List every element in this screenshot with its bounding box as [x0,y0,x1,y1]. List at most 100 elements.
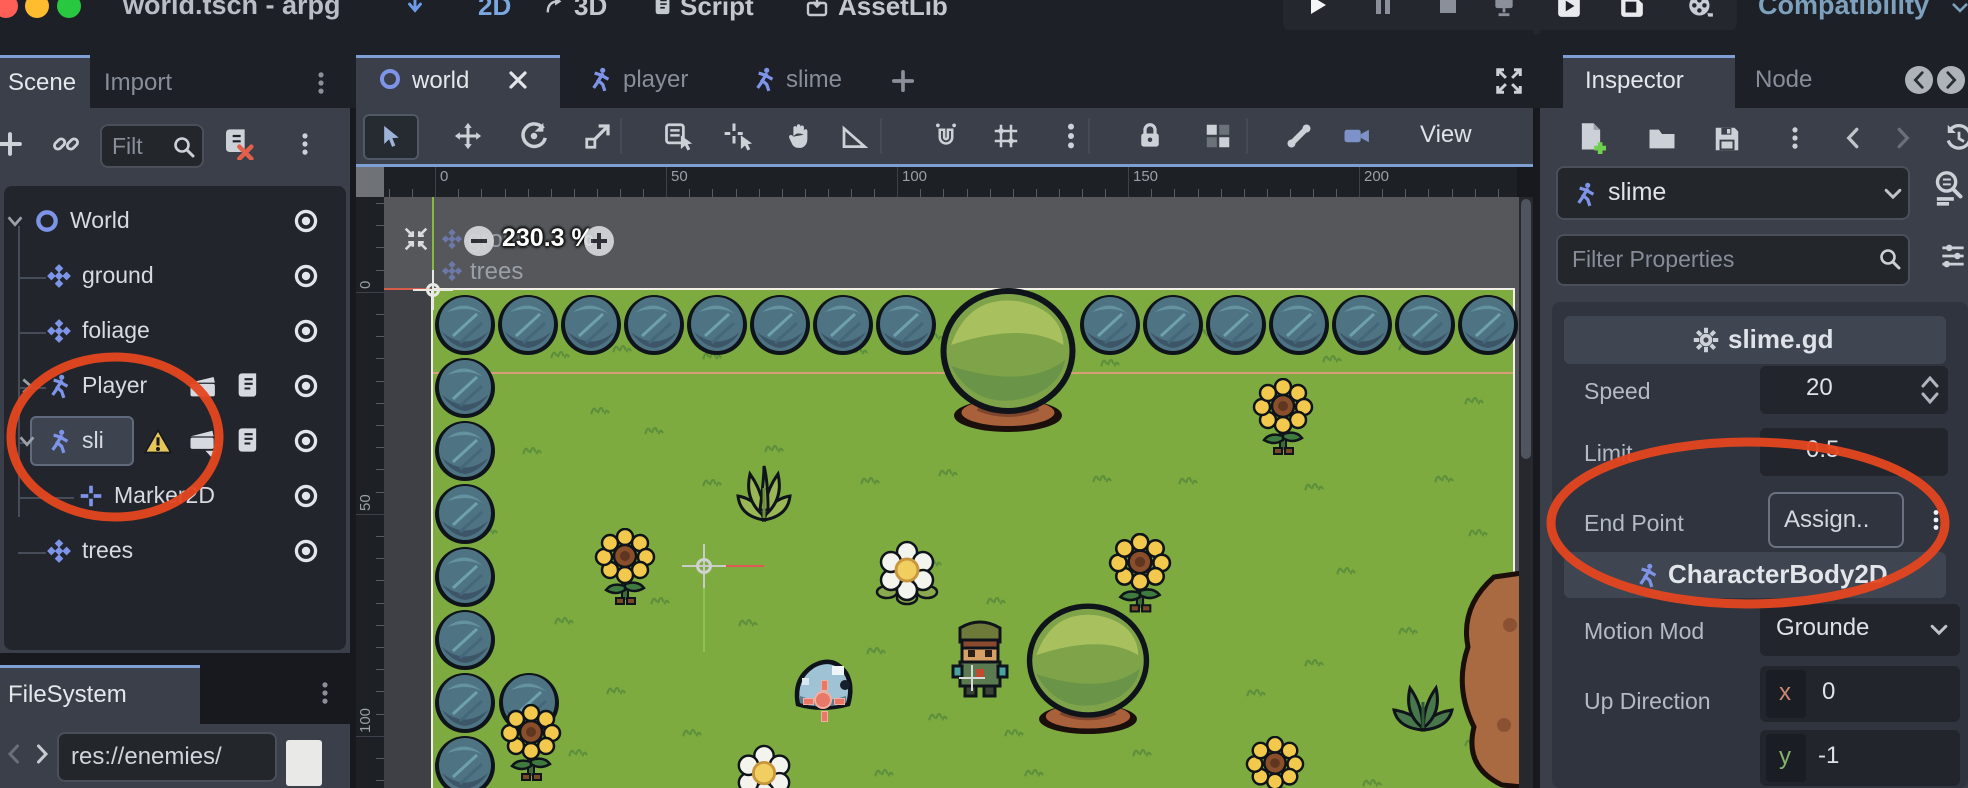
history-forward-icon[interactable] [1890,122,1916,154]
stop-button[interactable] [1436,0,1460,17]
skeleton-options-button[interactable] [1284,121,1314,151]
fs-file-thumbnail[interactable] [286,740,322,786]
warning-icon[interactable] [144,428,172,454]
add-node-button[interactable] [0,130,24,158]
script-icon[interactable] [234,371,262,401]
tree-row-player[interactable]: Player [4,363,346,411]
spinner-icon[interactable] [1918,374,1942,406]
renderer-selector[interactable]: Compatibility [1758,0,1929,21]
select-tool-button[interactable] [363,114,419,160]
dock-nav-left-button[interactable] [1905,66,1933,94]
tab-filesystem[interactable]: FileSystem [0,668,200,724]
limit-field[interactable]: 0.5 [1760,428,1948,476]
zoom-out-button[interactable] [464,226,494,256]
tree-node-label[interactable]: foliage [82,317,232,347]
speed-field[interactable]: 20 [1760,366,1948,414]
tree-node-label[interactable]: trees [82,537,232,567]
distraction-free-icon[interactable] [404,0,426,16]
up-direction-x-field[interactable]: x 0 [1760,666,1960,722]
tree-row-world[interactable]: World [4,198,346,246]
play-custom-scene-button[interactable] [1619,0,1645,19]
tab-node[interactable]: Node [1755,66,1812,94]
camera-override-button[interactable] [1342,121,1372,151]
3d-mode-icon[interactable] [545,0,567,16]
scene-tabbar-menu-icon[interactable] [308,68,334,98]
tree-expander[interactable] [16,430,38,452]
motion-mode-dropdown[interactable]: Grounde [1760,604,1960,656]
play-button[interactable] [1305,0,1329,17]
tree-expander[interactable] [16,375,38,397]
tree-node-label[interactable]: World [70,207,220,237]
scene-filter-input[interactable]: Filt [100,124,204,168]
visibility-eye-icon[interactable] [292,427,320,455]
selection-list-tool-button[interactable] [664,121,694,151]
filter-properties-input[interactable]: Filter Properties [1556,234,1910,286]
dock-nav-right-button[interactable] [1937,66,1965,94]
characterbody2d-section-header[interactable]: CharacterBody2D [1564,552,1946,598]
tree-row-marker2d[interactable]: Marker2D [4,473,346,521]
macos-traffic-lights[interactable] [0,0,90,26]
tab-import[interactable]: Import [104,69,172,97]
movie-mode-icon[interactable] [1687,0,1714,20]
up-direction-y-field[interactable]: y -1 [1760,730,1960,786]
instance-scene-button[interactable] [52,130,80,158]
rotate-tool-button[interactable] [519,121,549,151]
tab-slime[interactable]: slime [786,66,842,94]
remote-debug-icon[interactable] [1491,0,1517,19]
tab-2d[interactable]: 2D [478,0,511,22]
close-tab-icon[interactable] [506,68,530,92]
zoom-in-button[interactable] [584,226,614,256]
visibility-eye-icon[interactable] [292,207,320,235]
script-section-header[interactable]: slime.gd [1564,316,1946,364]
fs-forward-icon[interactable] [30,740,54,768]
save-resource-button[interactable] [1712,124,1742,154]
new-resource-button[interactable] [1575,122,1607,156]
visibility-eye-icon[interactable] [292,537,320,565]
ruler-tool-button[interactable] [839,121,869,151]
scrollbar-thumb[interactable] [1521,199,1531,459]
node-selector-dropdown[interactable]: slime [1556,166,1910,220]
script-mode-icon[interactable] [652,0,674,16]
visibility-eye-icon[interactable] [292,262,320,290]
tree-row-ground[interactable]: ground [4,253,346,301]
canvas-scrollbar[interactable] [1519,197,1533,788]
fs-back-icon[interactable] [2,740,26,768]
inspector-tools-icon[interactable] [1938,240,1968,272]
view-menu[interactable]: View [1420,121,1472,149]
search-docs-icon[interactable] [1932,168,1966,208]
visibility-eye-icon[interactable] [292,317,320,345]
minimize-window-button[interactable] [25,0,49,18]
filesystem-menu-icon[interactable] [312,678,338,708]
canvas-viewport[interactable]: ground230.3 %trees [384,197,1519,788]
new-scene-tab-button[interactable] [890,68,916,94]
visibility-eye-icon[interactable] [292,372,320,400]
tab-player[interactable]: player [623,66,688,94]
recenter-view-icon[interactable] [403,226,429,252]
group-button-button[interactable] [1203,121,1233,151]
resource-menu-icon[interactable] [1782,122,1808,154]
tree-expander[interactable] [4,210,26,232]
visibility-eye-icon[interactable] [292,482,320,510]
open-scene-icon[interactable] [188,372,218,402]
tab-assetlib[interactable]: AssetLib [838,0,948,22]
zoom-window-button[interactable] [57,0,81,18]
scene-toolbar-menu-icon[interactable] [292,128,318,160]
detach-script-button[interactable] [222,128,254,160]
marker2d-gizmo[interactable] [814,691,832,709]
close-window-button[interactable] [0,0,18,18]
open-scene-icon[interactable] [188,427,218,457]
play-scene-button[interactable] [1556,0,1582,19]
tree-node-label[interactable]: Marker2D [114,482,264,512]
pivot-tool-button[interactable] [724,121,754,151]
load-resource-button[interactable] [1646,124,1678,154]
pan-tool-button[interactable] [784,121,814,151]
tab-inspector[interactable]: Inspector [1563,58,1735,108]
tree-row-sli[interactable]: sli [4,418,346,466]
assetlib-icon[interactable] [805,0,829,18]
move-tool-button[interactable] [453,121,483,151]
tree-row-foliage[interactable]: foliage [4,308,346,356]
assign-button[interactable]: Assign.. [1768,492,1904,548]
tab-3d[interactable]: 3D [574,0,607,22]
tree-node-label[interactable]: ground [82,262,232,292]
grid-snap-toggle-button[interactable] [991,121,1021,151]
